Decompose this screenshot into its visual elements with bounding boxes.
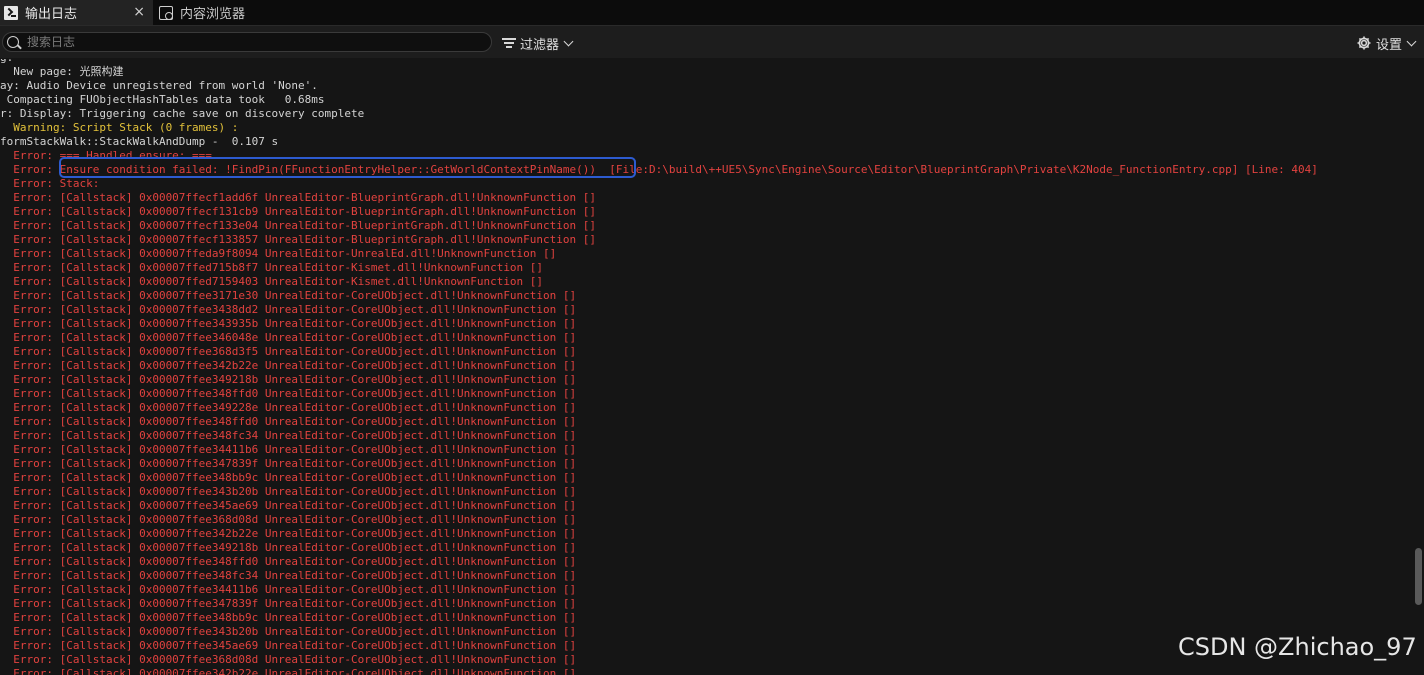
filter-icon [502,37,516,49]
log-line: Error: [Callstack] 0x00007ffee34411b6 Un… [0,583,577,596]
log-line: Error: [Callstack] 0x00007ffee346048e Un… [0,331,577,344]
highlight-annotation-box [59,157,636,178]
log-line: Error: [Callstack] 0x00007ffee3171e30 Un… [0,289,577,302]
settings-label: 设置 [1376,37,1403,53]
log-line: ay: Audio Device unregistered from world… [0,79,318,92]
content-browser-icon [159,5,173,20]
log-output[interactable]: g: ‾ ‾‾‾‾ New page: 光照构建ay: Audio Device… [0,59,1408,675]
log-line: Error: [Callstack] 0x00007ffed715b8f7 Un… [0,261,544,274]
log-line: Error: [Callstack] 0x00007ffee347839f Un… [0,457,577,470]
chevron-down-icon [1406,36,1417,46]
log-line: Error: [Callstack] 0x00007ffee3438dd2 Un… [0,303,577,316]
log-line: Error: [Callstack] 0x00007ffecf1add6f Un… [0,191,597,204]
log-line: Error: [Callstack] 0x00007ffee343b20b Un… [0,485,577,498]
chevron-down-icon [563,36,574,46]
settings-button[interactable]: 设置 [1356,34,1417,53]
log-toolbar: 过滤器 设置 [0,26,1424,58]
filter-label: 过滤器 [520,37,560,53]
log-line: Error: [Callstack] 0x00007ffee342b22e Un… [0,527,577,540]
close-icon[interactable]: × [133,3,145,21]
log-line: Error: [Callstack] 0x00007ffee343935b Un… [0,317,577,330]
filter-button[interactable]: 过滤器 [502,34,574,53]
log-line: Error: [Callstack] 0x00007ffee368d3f5 Un… [0,345,577,358]
tab-content-browser-label: 内容浏览器 [180,7,246,22]
tab-content-browser[interactable]: 内容浏览器 [155,0,335,25]
search-input[interactable] [27,34,467,50]
log-line: Error: [Callstack] 0x00007ffee368d08d Un… [0,513,577,526]
search-box[interactable] [2,32,492,52]
log-line: Error: [Callstack] 0x00007ffee348bb9c Un… [0,471,577,484]
log-line: Error: [Callstack] 0x00007ffee349218b Un… [0,541,577,554]
scrollbar-thumb[interactable] [1415,548,1422,605]
log-line: Error: [Callstack] 0x00007ffee34411b6 Un… [0,443,577,456]
log-line: Error: [Callstack] 0x00007ffecf133e04 Un… [0,219,597,232]
log-line: New page: 光照构建 [0,65,124,78]
log-line: Compacting FUObjectHashTables data took … [0,93,325,106]
watermark: CSDN @Zhichao_97 [1178,633,1417,661]
log-line: Error: [Callstack] 0x00007ffee342b22e Un… [0,667,577,675]
log-line: Error: [Callstack] 0x00007ffee342b22e Un… [0,359,577,372]
tab-output-log[interactable]: 输出日志 × [0,0,153,25]
tab-bar: 输出日志 × 内容浏览器 [0,0,1424,26]
log-line: Error: [Callstack] 0x00007ffee348ffd0 Un… [0,387,577,400]
log-line: Error: [Callstack] 0x00007ffee343b20b Un… [0,625,577,638]
vertical-scrollbar[interactable] [1408,59,1424,675]
log-line: Error: [Callstack] 0x00007ffee345ae69 Un… [0,499,577,512]
tab-output-log-label: 输出日志 [25,7,78,22]
log-line: Error: [Callstack] 0x00007ffee368d08d Un… [0,653,577,666]
log-line: Error: [Callstack] 0x00007ffee345ae69 Un… [0,639,577,652]
log-line: Error: [Callstack] 0x00007ffee347839f Un… [0,597,577,610]
terminal-icon [4,5,18,20]
log-line: Error: [Callstack] 0x00007ffee349228e Un… [0,401,577,414]
log-line: Warning: Script Stack (0 frames) : [0,121,239,134]
log-line: r: Display: Triggering cache save on dis… [0,107,365,120]
gear-icon [1357,36,1371,50]
log-line: Error: [Callstack] 0x00007ffee348fc34 Un… [0,429,577,442]
log-line: formStackWalk::StackWalkAndDump - 0.107 … [0,135,279,148]
log-line: Error: [Callstack] 0x00007ffee348ffd0 Un… [0,415,577,428]
log-line: Error: [Callstack] 0x00007ffee348fc34 Un… [0,569,577,582]
log-line: Error: Stack: [0,177,100,190]
log-line: Error: [Callstack] 0x00007ffeda9f8094 Un… [0,247,557,260]
log-line: Error: [Callstack] 0x00007ffee348bb9c Un… [0,611,577,624]
log-line: Error: [Callstack] 0x00007ffee348ffd0 Un… [0,555,577,568]
search-icon [7,36,19,48]
log-line: Error: [Callstack] 0x00007ffecf131cb9 Un… [0,205,597,218]
log-line: Error: [Callstack] 0x00007ffed7159403 Un… [0,275,544,288]
log-line: Error: [Callstack] 0x00007ffee349218b Un… [0,373,577,386]
log-line: Error: [Callstack] 0x00007ffecf133857 Un… [0,233,597,246]
